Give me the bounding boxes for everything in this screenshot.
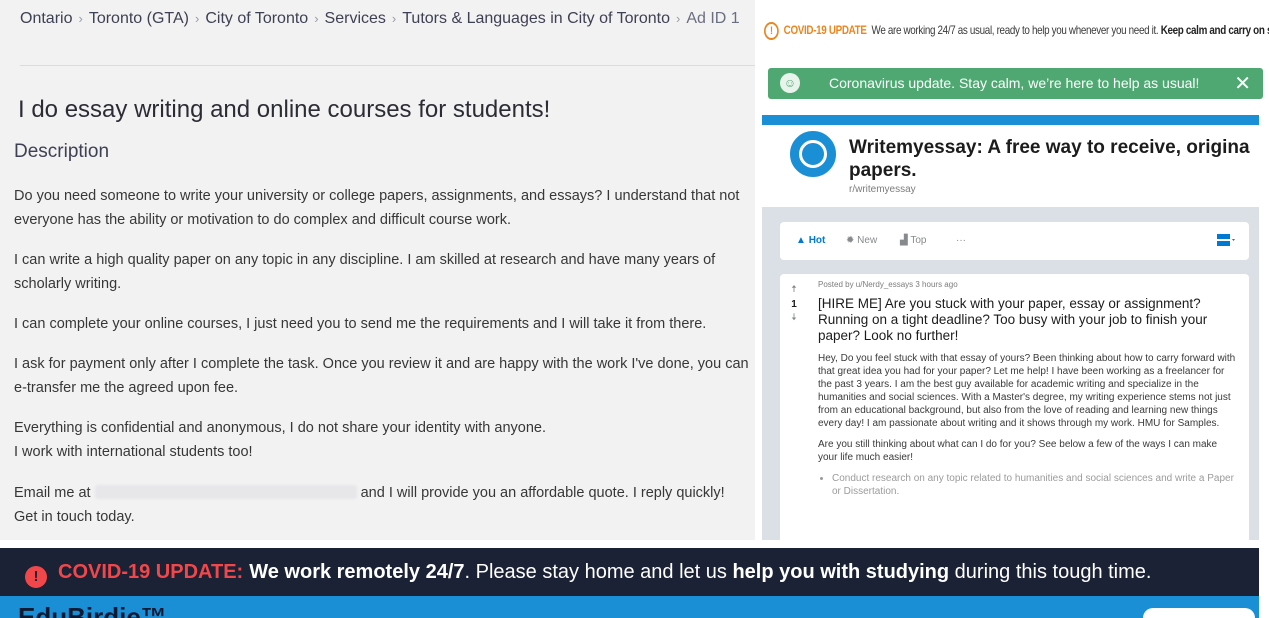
breadcrumb: Ontario › Toronto (GTA) › City of Toronto › Se…	[20, 10, 740, 28]
description-paragraph: I work with international students too!	[14, 444, 253, 460]
bar-chart-icon: ▟	[900, 235, 908, 246]
description-paragraph: Everything is confidential and anonymous…	[14, 420, 546, 436]
covid-text-2: during this tough time.	[949, 561, 1152, 583]
coronavirus-banner-text: Coronavirus update. Stay calm, we’re her…	[829, 75, 1200, 91]
divider	[20, 65, 755, 66]
email-paragraph: Email me at and I will provide you an af…	[14, 481, 752, 529]
subreddit-name[interactable]: r/writemyessay	[849, 184, 916, 195]
chevron-right-icon: ›	[675, 11, 681, 26]
flame-icon: ▲	[796, 235, 806, 246]
covid-bold: Keep calm and carry on studying.	[1160, 23, 1269, 38]
info-icon: !	[25, 566, 47, 588]
breadcrumb-ontario[interactable]: Ontario	[20, 10, 72, 27]
post-meta: Posted by u/Nerdy_essays 3 hours ago	[818, 280, 958, 289]
subreddit-title-line2: papers.	[849, 160, 917, 181]
covid-update-label: COVID-19 UPDATE:	[58, 561, 244, 583]
redacted-contact	[94, 485, 357, 499]
description-paragraph: Do you need someone to write your univer…	[14, 188, 740, 228]
ad-panel: Ontario › Toronto (GTA) › City of Toronto › Se…	[0, 0, 755, 540]
brand-bar: EduBirdie™	[0, 596, 1259, 618]
covid-bold-1: We work remotely 24/7	[249, 561, 465, 583]
email-prefix: Email me at	[14, 485, 95, 501]
support-icon: ☺	[780, 73, 800, 93]
brand-logo[interactable]: EduBirdie™	[18, 602, 167, 618]
more-options-icon[interactable]: ···	[956, 235, 966, 246]
edubirdie-banner: ! COVID-19 UPDATE: We work remotely 24/7. …	[0, 548, 1259, 618]
subreddit-header: Writemyessay: A free way to receive, ori…	[762, 125, 1259, 207]
post-list: Conduct research on any topic related to…	[818, 472, 1238, 498]
chevron-right-icon: ›	[78, 11, 83, 26]
post-title[interactable]: [HIRE ME] Are you stuck with your paper,…	[818, 296, 1238, 344]
covid-label: COVID-19 UPDATE	[783, 23, 867, 38]
description-paragraph: I can complete your online courses, I ju…	[14, 316, 707, 332]
description-paragraph: I can write a high quality paper on any …	[14, 252, 716, 292]
subreddit-title-line1: Writemyessay: A free way to receive, ori…	[849, 137, 1250, 158]
reddit-post[interactable]: 🠅 1 🠇 Posted by u/Nerdy_essays 3 hours a…	[780, 274, 1249, 540]
covid-notice: ! COVID-19 UPDATE We are working 24/7 as u…	[764, 22, 1269, 40]
vote-count: 1	[791, 299, 797, 310]
list-item: Conduct research on any topic related to…	[832, 472, 1238, 498]
covid-bold-2: help you with studying	[732, 561, 950, 583]
coronavirus-banner: ☺ Coronavirus update. Stay calm, we’re h…	[768, 68, 1263, 99]
subreddit-logo-icon	[787, 128, 839, 180]
description-heading: Description	[14, 141, 110, 162]
sort-top[interactable]: ▟ Top	[900, 235, 926, 246]
covid-text: We are working 24/7 as usual, ready to h…	[871, 23, 1159, 38]
subreddit-title: Writemyessay: A free way to receive, ori…	[849, 136, 1259, 182]
breadcrumb-city-of-toronto[interactable]: City of Toronto	[205, 10, 308, 27]
chevron-right-icon: ›	[391, 11, 397, 26]
subreddit-banner	[762, 115, 1259, 125]
downvote-icon[interactable]: 🠇	[784, 310, 804, 327]
sort-new[interactable]: ✹ New	[846, 235, 877, 246]
post-body: Hey, Do you feel stuck with that essay o…	[818, 352, 1238, 498]
breadcrumb-ad-id: Ad ID 1	[686, 10, 740, 27]
sort-top-label: Top	[910, 235, 927, 246]
sort-hot-label: Hot	[808, 235, 826, 246]
covid-update-line: ! COVID-19 UPDATE: We work remotely 24/7. …	[0, 548, 1259, 596]
covid-text-1: . Please stay home and let us	[464, 561, 733, 583]
burst-icon: ✹	[846, 235, 855, 246]
upvote-icon[interactable]: 🠅	[784, 282, 804, 299]
reddit-screenshot: Writemyessay: A free way to receive, ori…	[762, 115, 1259, 540]
post-paragraph: Hey, Do you feel stuck with that essay o…	[818, 353, 1236, 429]
chevron-right-icon: ›	[194, 11, 200, 26]
ad-title: I do essay writing and online courses fo…	[18, 96, 551, 123]
vote-column: 🠅 1 🠇	[784, 282, 804, 327]
breadcrumb-tutors[interactable]: Tutors & Languages in City of Toronto	[402, 10, 670, 27]
chevron-right-icon: ›	[314, 11, 319, 26]
sort-new-label: New	[857, 235, 878, 246]
header-button[interactable]	[1143, 608, 1255, 618]
description-paragraph: I ask for payment only after I complete …	[14, 356, 749, 396]
breadcrumb-toronto-gta[interactable]: Toronto (GTA)	[89, 10, 189, 27]
warning-icon: !	[764, 22, 779, 40]
sort-bar: ▲ Hot ✹ New ▟ Top ···	[780, 222, 1249, 260]
sort-hot[interactable]: ▲ Hot	[796, 235, 825, 246]
reddit-panel: ! COVID-19 UPDATE We are working 24/7 as u…	[757, 0, 1269, 540]
card-view-icon[interactable]	[1217, 234, 1235, 246]
post-paragraph: Are you still thinking about what can I …	[818, 439, 1218, 463]
breadcrumb-services[interactable]: Services	[325, 10, 386, 27]
close-icon[interactable]: ✕	[1234, 71, 1251, 96]
